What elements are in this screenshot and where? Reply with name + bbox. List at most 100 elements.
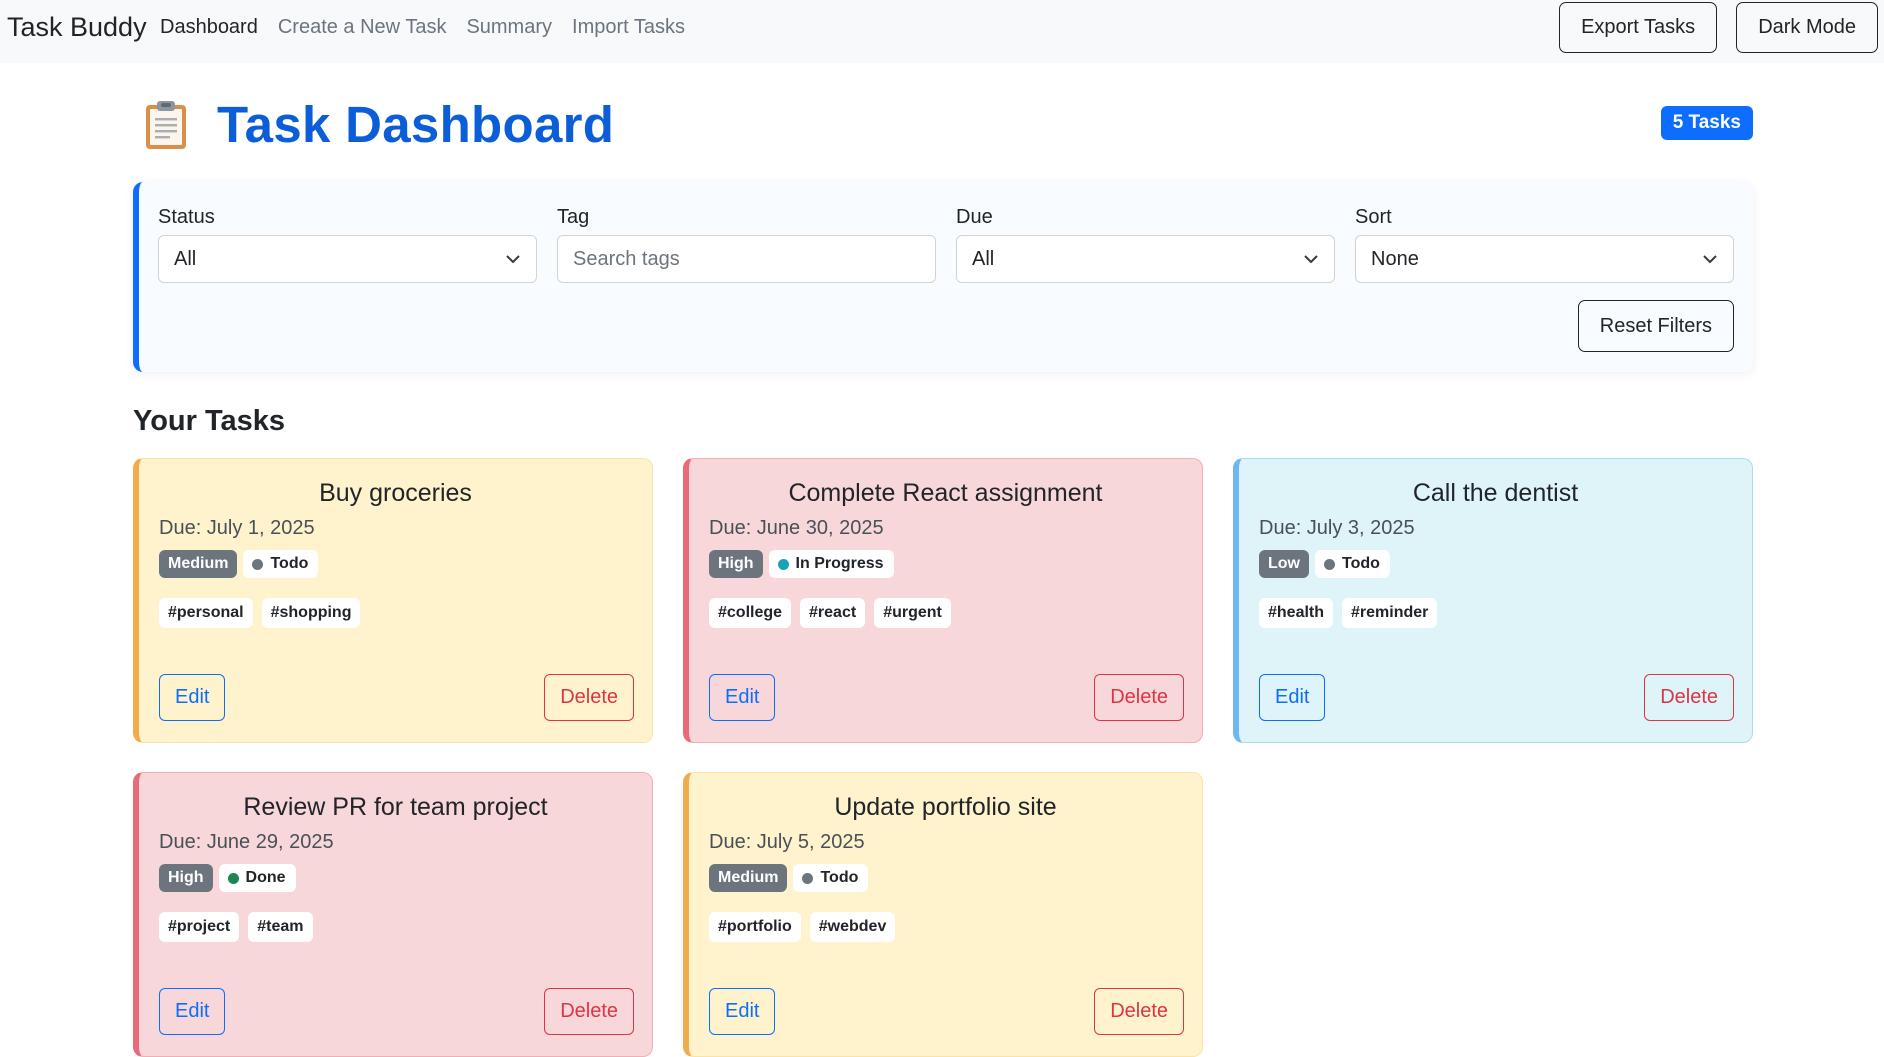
main-content: Task Dashboard 5 Tasks Status All Tag Se… [133,63,1753,1057]
task-card: Complete React assignment Due: June 30, … [683,458,1203,743]
nav-link-dashboard[interactable]: Dashboard [160,16,258,39]
status-label: Done [245,869,286,886]
task-tags: #project #team [159,912,313,942]
nav-link-summary[interactable]: Summary [466,16,552,39]
priority-badge: High [159,864,213,892]
chevron-down-icon [1304,255,1318,264]
export-tasks-button[interactable]: Export Tasks [1559,2,1718,53]
task-title: Review PR for team project [243,793,548,821]
tag-chip: #webdev [809,912,896,942]
task-due-date: Due: July 1, 2025 [159,517,315,539]
chevron-down-icon [1703,255,1717,264]
task-badges: High Done [159,864,296,892]
status-badge: In Progress [768,550,894,578]
status-label: Todo [820,869,859,886]
priority-badge: Low [1259,550,1309,578]
navbar-actions: Export Tasks Dark Mode [1559,2,1878,53]
due-select[interactable]: All [956,235,1335,283]
chevron-down-icon [506,255,520,264]
status-dot-icon [777,558,789,570]
task-tags: #health #reminder [1259,598,1438,628]
task-tags: #college #react #urgent [709,598,951,628]
task-title: Complete React assignment [788,479,1103,507]
delete-button[interactable]: Delete [1644,674,1734,721]
sort-select-value: None [1371,247,1419,270]
brand-logo[interactable]: Task Buddy [7,12,147,43]
nav-links: Dashboard Create a New Task Summary Impo… [160,16,685,39]
task-due-date: Due: June 29, 2025 [159,831,334,853]
edit-button[interactable]: Edit [709,988,776,1035]
status-badge: Todo [1315,550,1390,578]
task-due-date: Due: July 3, 2025 [1259,517,1415,539]
task-card: Update portfolio site Due: July 5, 2025 … [683,772,1203,1057]
section-title: Your Tasks [133,405,286,437]
delete-button[interactable]: Delete [1094,674,1184,721]
edit-button[interactable]: Edit [1259,674,1326,721]
status-dot-icon [1324,558,1335,570]
tag-chip: #team [248,912,313,942]
priority-badge: Medium [709,864,788,892]
due-filter: Due All [956,206,1335,283]
filter-panel: Status All Tag Search tags Due All Sort … [133,182,1753,372]
tag-chip: #reminder [1342,598,1438,628]
priority-badge: Medium [159,550,238,578]
page-title: Task Dashboard [217,96,615,153]
tag-filter-label: Tag [557,206,590,228]
edit-button[interactable]: Edit [159,674,226,721]
status-filter-label: Status [158,206,215,228]
task-title: Buy groceries [319,479,472,507]
edit-button[interactable]: Edit [159,988,226,1035]
edit-button[interactable]: Edit [709,674,776,721]
tag-chip: #health [1259,598,1334,628]
tag-chip: #college [709,598,792,628]
tag-chip: #personal [159,598,253,628]
task-card: Buy groceries Due: July 1, 2025 Medium T… [133,458,653,743]
task-badges: High In Progress [709,550,894,578]
delete-button[interactable]: Delete [544,674,634,721]
task-due-date: Due: June 30, 2025 [709,517,884,539]
tag-search-input[interactable]: Search tags [557,235,936,283]
dark-mode-button[interactable]: Dark Mode [1736,2,1878,53]
status-dot-icon [252,558,264,570]
clipboard-icon [146,101,186,149]
task-card: Call the dentist Due: July 3, 2025 Low T… [1233,458,1753,743]
sort-filter: Sort None [1355,206,1734,283]
task-count-badge: 5 Tasks [1660,106,1753,140]
delete-button[interactable]: Delete [1094,988,1184,1035]
status-label: In Progress [795,555,884,572]
page-header: Task Dashboard 5 Tasks [133,63,1753,183]
status-label: Todo [270,555,309,572]
tag-chip: #urgent [874,598,951,628]
tag-chip: #project [159,912,240,942]
task-tags: #personal #shopping [159,598,361,628]
tag-chip: #portfolio [709,912,801,942]
due-filter-label: Due [956,206,993,228]
status-badge: Todo [243,550,319,578]
nav-link-import-tasks[interactable]: Import Tasks [572,16,685,39]
tag-chip: #react [800,598,866,628]
due-select-value: All [972,247,995,270]
navbar: Task Buddy Dashboard Create a New Task S… [0,0,1884,63]
sort-select[interactable]: None [1355,235,1734,283]
sort-filter-label: Sort [1355,206,1392,228]
task-badges: Medium Todo [159,550,319,578]
tag-chip: #shopping [261,598,361,628]
status-badge: Done [218,864,296,892]
task-title: Update portfolio site [834,793,1057,821]
status-dot-icon [227,872,239,884]
nav-link-create-task[interactable]: Create a New Task [278,16,447,39]
task-due-date: Due: July 5, 2025 [709,831,865,853]
reset-filters-button[interactable]: Reset Filters [1577,300,1734,352]
tag-filter: Tag Search tags [557,206,936,283]
priority-badge: High [709,550,763,578]
status-select-value: All [174,247,197,270]
status-select[interactable]: All [158,235,537,283]
task-title: Call the dentist [1412,479,1579,507]
task-tags: #portfolio #webdev [709,912,896,942]
status-filter: Status All [158,206,537,283]
status-dot-icon [802,872,814,884]
task-badges: Medium Todo [709,864,869,892]
delete-button[interactable]: Delete [544,988,634,1035]
task-badges: Low Todo [1259,550,1390,578]
status-label: Todo [1342,555,1380,572]
